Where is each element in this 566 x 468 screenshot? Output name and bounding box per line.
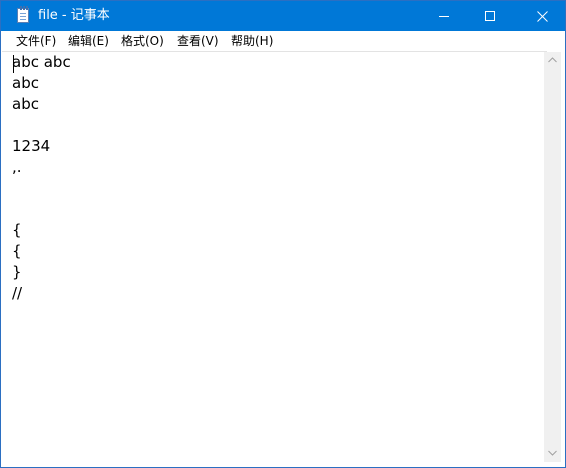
- title-bar[interactable]: file - 记事本: [1, 1, 565, 31]
- text-line-1: abc abc: [12, 53, 71, 71]
- menu-file[interactable]: 文件(F): [16, 33, 56, 49]
- menu-help[interactable]: 帮助(H): [231, 33, 273, 49]
- maximize-icon: [485, 11, 495, 21]
- notepad-window: file - 记事本 文件(F) 编辑(E) 格式(O) 查看(V) 帮助(H)…: [0, 0, 566, 468]
- chevron-down-icon: [548, 450, 557, 456]
- text-line-5: 1234: [12, 137, 51, 155]
- menu-format[interactable]: 格式(O): [121, 33, 164, 49]
- close-icon: [537, 11, 548, 22]
- minimize-button[interactable]: [421, 1, 467, 31]
- text-line-12: //: [12, 284, 23, 302]
- text-line-10: {: [12, 242, 22, 260]
- menu-bar: 文件(F) 编辑(E) 格式(O) 查看(V) 帮助(H): [1, 31, 565, 51]
- menu-view[interactable]: 查看(V): [177, 33, 219, 49]
- text-line-2: abc: [12, 74, 39, 92]
- close-button[interactable]: [519, 1, 565, 31]
- text-line-11: }: [12, 263, 22, 281]
- notepad-icon[interactable]: [17, 6, 29, 23]
- text-line-3: abc: [12, 95, 39, 113]
- chevron-up-icon: [548, 57, 557, 63]
- scroll-up-button[interactable]: [544, 52, 561, 69]
- menu-edit[interactable]: 编辑(E): [68, 33, 109, 49]
- maximize-button[interactable]: [467, 1, 513, 31]
- window-title: file - 记事本: [38, 8, 110, 23]
- text-editor[interactable]: abc abc abc abc 1234 ,. { { } //: [2, 51, 547, 466]
- minimize-icon: [439, 16, 449, 17]
- scroll-down-button[interactable]: [544, 445, 561, 462]
- text-line-9: {: [12, 221, 22, 239]
- text-line-6: ,.: [12, 158, 22, 176]
- vertical-scrollbar[interactable]: [544, 52, 561, 462]
